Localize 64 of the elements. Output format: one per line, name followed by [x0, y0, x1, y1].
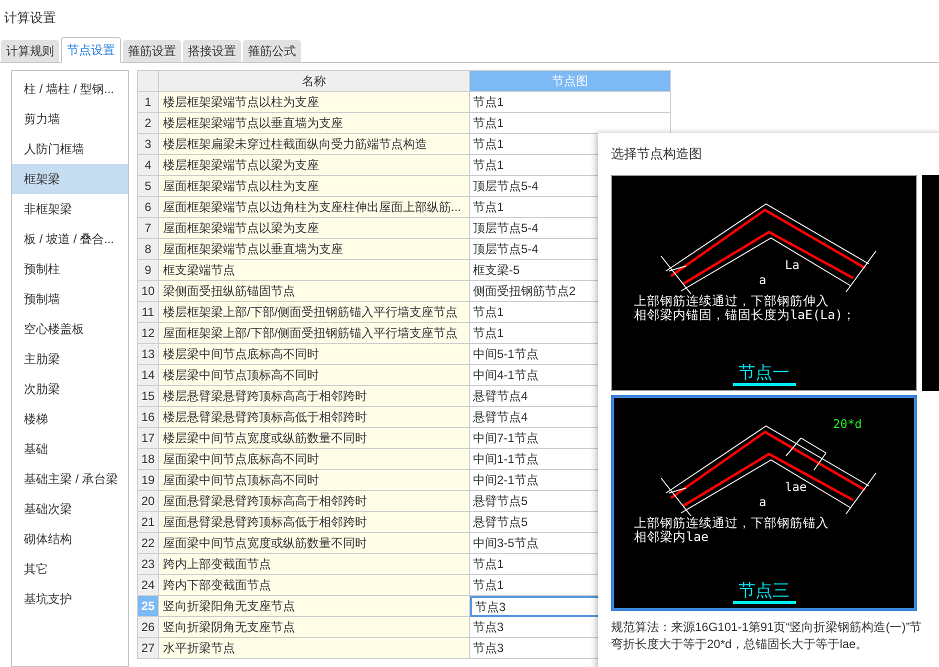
table-cell: 楼层框架梁上部/下部/侧面受扭钢筋锚入平行墙支座节点 [159, 302, 470, 323]
dimension-label: 20*d [833, 417, 862, 431]
row-number: 7 [137, 218, 159, 239]
row-number: 2 [137, 113, 159, 134]
table-cell: 屋面梁中间节点底标高不同时 [159, 449, 470, 470]
row-number: 17 [137, 428, 159, 449]
table-cell: 屋面框架梁端节点以柱为支座 [159, 176, 470, 197]
row-number: 23 [137, 554, 159, 575]
row-number: 10 [137, 281, 159, 302]
row-number: 9 [137, 260, 159, 281]
table-cell: 屋面框架梁上部/下部/侧面受扭钢筋锚入平行墙支座节点 [159, 323, 470, 344]
column-header: 名称 [159, 70, 470, 92]
table-cell: 楼层框架梁端节点以梁为支座 [159, 155, 470, 176]
dimension-label: a [759, 273, 766, 287]
diagram-caption: 节点三 [732, 581, 796, 604]
row-number: 6 [137, 197, 159, 218]
table-cell: 跨内上部变截面节点 [159, 554, 470, 575]
table-cell: 屋面悬臂梁悬臂跨顶标高高于相邻跨时 [159, 491, 470, 512]
table-cell: 楼层梁中间节点底标高不同时 [159, 344, 470, 365]
table-cell: 楼层梁中间节点宽度或纵筋数量不同时 [159, 428, 470, 449]
table-cell: 楼层框架梁端节点以柱为支座 [159, 92, 470, 113]
row-number: 21 [137, 512, 159, 533]
dimension-label: a [759, 495, 766, 509]
table-cell: 楼层悬臂梁悬臂跨顶标高低于相邻跨时 [159, 407, 470, 428]
table-cell: 屋面框架梁端节点以垂直墙为支座 [159, 239, 470, 260]
table-cell: 屋面框架梁端节点以梁为支座 [159, 218, 470, 239]
row-number: 8 [137, 239, 159, 260]
dimension-label: La [785, 258, 800, 272]
row-number: 27 [137, 638, 159, 659]
table-cell: 屋面框架梁端节点以边角柱为支座柱伸出屋面上部纵筋... [159, 197, 470, 218]
table-cell: 屋面梁中间节点宽度或纵筋数量不同时 [159, 533, 470, 554]
table-cell: 竖向折梁阴角无支座节点 [159, 617, 470, 638]
dimension-label: lae [785, 480, 807, 494]
row-number: 25 [137, 596, 159, 617]
table-cell: 楼层梁中间节点顶标高不同时 [159, 365, 470, 386]
diagram-caption: 节点一 [732, 363, 796, 386]
table-cell: 竖向折梁阳角无支座节点 [159, 596, 470, 617]
row-number: 19 [137, 470, 159, 491]
table-cell: 楼层框架梁端节点以垂直墙为支座 [159, 113, 470, 134]
column-header: 节点图 [470, 70, 671, 92]
row-number: 13 [137, 344, 159, 365]
row-number: 20 [137, 491, 159, 512]
table-cell: 屋面梁中间节点顶标高不同时 [159, 470, 470, 491]
row-number: 22 [137, 533, 159, 554]
table-cell: 屋面悬臂梁悬臂跨顶标高低于相邻跨时 [159, 512, 470, 533]
row-number: 26 [137, 617, 159, 638]
table-cell: 水平折梁节点 [159, 638, 470, 659]
row-number: 4 [137, 155, 159, 176]
row-number: 14 [137, 365, 159, 386]
table-cell: 框支梁端节点 [159, 260, 470, 281]
table-cell: 楼层框架扁梁未穿过柱截面纵向受力筋端节点构造 [159, 134, 470, 155]
row-number: 15 [137, 386, 159, 407]
row-number: 24 [137, 575, 159, 596]
table-cell: 梁侧面受扭纵筋锚固节点 [159, 281, 470, 302]
table-cell: 跨内下部变截面节点 [159, 575, 470, 596]
window-title: 计算设置 [4, 9, 56, 28]
row-number: 12 [137, 323, 159, 344]
row-number: 16 [137, 407, 159, 428]
row-number: 3 [137, 134, 159, 155]
row-number: 5 [137, 176, 159, 197]
row-number: 18 [137, 449, 159, 470]
row-number: 11 [137, 302, 159, 323]
row-number: 1 [137, 92, 159, 113]
table-cell: 楼层悬臂梁悬臂跨顶标高高于相邻跨时 [159, 386, 470, 407]
